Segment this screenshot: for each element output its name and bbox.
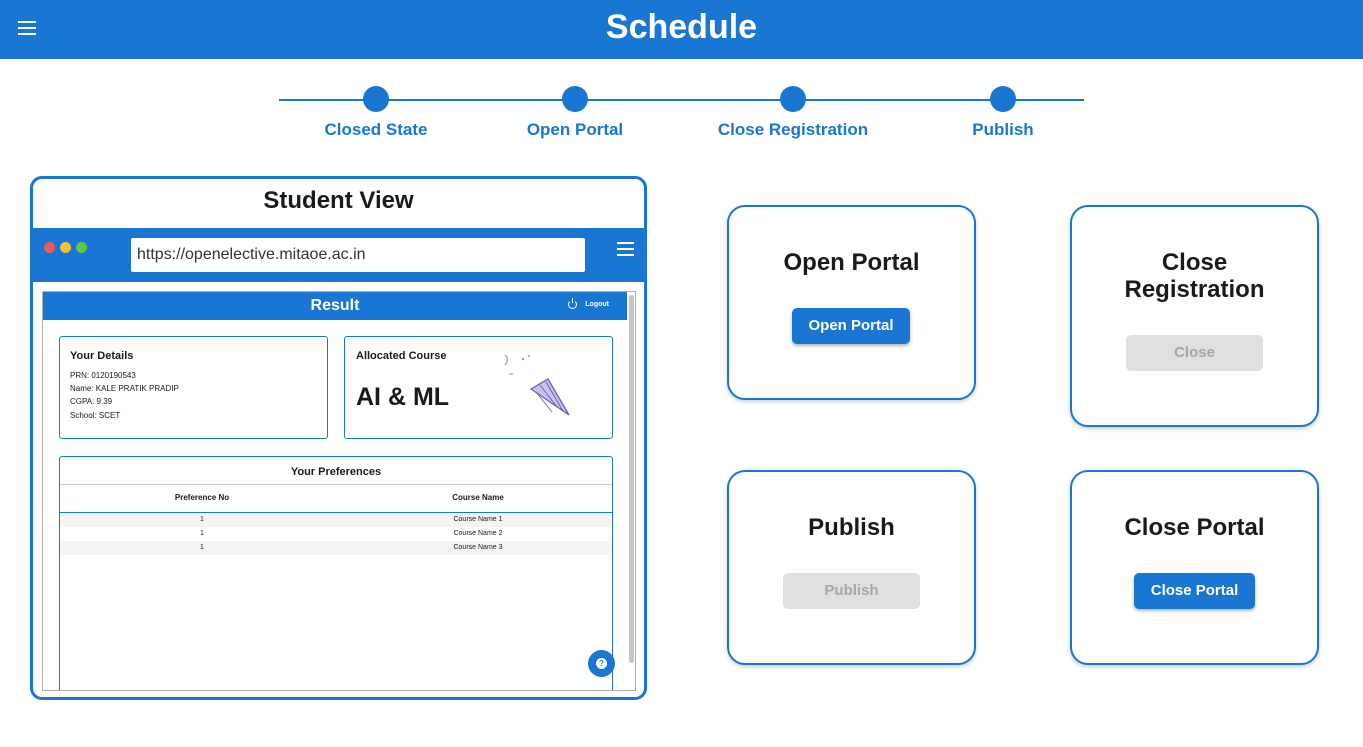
step-dot [780, 86, 806, 112]
scrollbar[interactable] [629, 295, 634, 663]
column-preference-no: Preference No [174, 493, 230, 502]
close-registration-title-line1: Close [1161, 249, 1228, 276]
student-view-title: Student View [263, 187, 414, 214]
step-dot [363, 86, 389, 112]
column-course-name: Course Name [452, 493, 504, 502]
detail-school: School: SCET [70, 411, 121, 420]
minimize-window-dot [60, 242, 71, 253]
step-label: Publish [972, 120, 1034, 139]
allocated-course-card: Allocated Course AI & ML [344, 336, 613, 439]
step-closed-state[interactable]: Closed State [276, 86, 476, 140]
help-button[interactable]: ? [588, 650, 615, 677]
step-publish[interactable]: Publish [903, 86, 1103, 140]
table-row: 1 Course Name 1 [60, 513, 612, 527]
details-heading: Your Details [70, 350, 134, 362]
browser-bar: https://openelective.mitaoe.ac.in [33, 228, 644, 282]
result-title: Result [310, 297, 360, 314]
step-dot [562, 86, 588, 112]
browser-menu-icon[interactable] [617, 241, 635, 257]
publish-button[interactable]: Publish [783, 573, 920, 609]
close-portal-title: Close Portal [1124, 514, 1265, 541]
step-open-portal[interactable]: Open Portal [475, 86, 675, 140]
step-label: Closed State [324, 120, 428, 139]
table-row: 1 Course Name 2 [200, 530, 503, 537]
allocated-course-name: AI & ML [356, 383, 450, 411]
preferences-heading: Your Preferences [290, 466, 382, 478]
app-bar: Schedule [0, 0, 1363, 59]
publish-card: Publish Publish [727, 470, 976, 665]
open-portal-title: Open Portal [783, 249, 920, 276]
result-bar: Result Logout [43, 292, 627, 320]
maximize-window-dot [76, 242, 87, 253]
party-popper-icon [504, 354, 570, 416]
allocated-heading: Allocated Course [356, 350, 447, 362]
power-icon [568, 298, 578, 309]
step-close-registration[interactable]: Close Registration [693, 86, 893, 140]
preferences-card: Your Preferences Preference No Course Na… [59, 456, 613, 690]
close-portal-card: Close Portal Close Portal [1070, 470, 1319, 665]
detail-cgpa: CGPA: 9.39 [70, 397, 113, 406]
page-title: Schedule [605, 8, 758, 46]
close-registration-card: Close Registration Close [1070, 205, 1319, 427]
student-app-frame: Result Logout Your Details PRN: 01201905… [42, 291, 636, 691]
publish-title: Publish [808, 514, 895, 541]
step-label: Close Registration [717, 120, 869, 139]
step-dot [990, 86, 1016, 112]
open-portal-card: Open Portal Open Portal [727, 205, 976, 400]
open-portal-button[interactable]: Open Portal [792, 308, 910, 344]
student-view-panel: Student View https://openelective.mitaoe… [30, 176, 647, 700]
schedule-stepper: Closed State Open Portal Close Registrat… [279, 86, 1084, 146]
close-registration-button[interactable]: Close [1126, 335, 1263, 371]
logout-label: Logout [585, 301, 609, 308]
url-field[interactable]: https://openelective.mitaoe.ac.in [131, 238, 585, 272]
details-card: Your Details PRN: 0120190543 Name: KALE … [59, 336, 328, 439]
table-row: 1 Course Name 3 [60, 541, 612, 555]
help-icon: ? [596, 658, 607, 669]
step-label: Open Portal [526, 120, 624, 139]
close-portal-button[interactable]: Close Portal [1134, 573, 1255, 609]
close-registration-title-line2: Registration [1124, 276, 1265, 303]
detail-prn: PRN: 0120190543 [70, 371, 136, 380]
detail-name: Name: KALE PRATIK PRADIP [70, 384, 179, 393]
close-window-dot [44, 242, 55, 253]
logout-button[interactable]: Logout [568, 298, 609, 309]
